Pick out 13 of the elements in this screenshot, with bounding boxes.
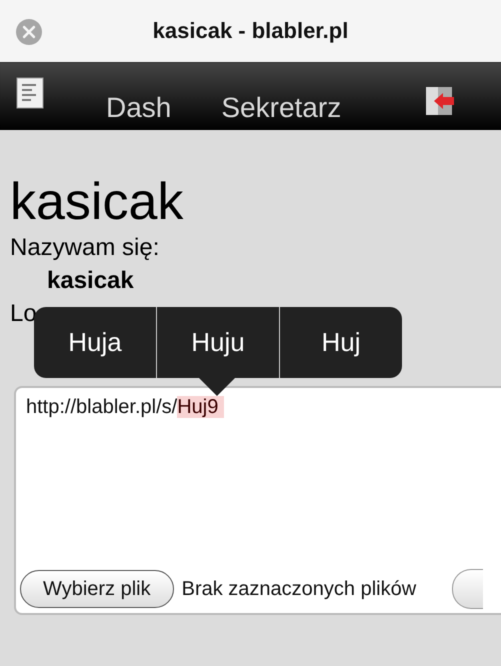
window-title: kasicak - blabler.pl (152, 18, 348, 44)
nav-link[interactable]: Sekretarz (221, 92, 342, 126)
suggestion-option[interactable]: Huj (279, 307, 402, 378)
name-label: Nazywam się: (10, 233, 160, 263)
nav-link[interactable]: Dash (106, 92, 172, 126)
choose-file-button[interactable]: Wybierz plik (20, 570, 174, 608)
text-area[interactable]: http://blabler.pl/s/Huj9 Wybierz plik Brak zaznaczonych plików (14, 386, 501, 615)
document-icon[interactable] (16, 77, 44, 109)
profile-heading: kasicak (10, 172, 184, 232)
text-area-value: http://blabler.pl/s/Huj9 (26, 396, 501, 419)
user-name: kasicak (46, 266, 135, 296)
file-status: Brak zaznaczonych plików (182, 578, 416, 600)
logout-icon[interactable] (424, 85, 456, 117)
